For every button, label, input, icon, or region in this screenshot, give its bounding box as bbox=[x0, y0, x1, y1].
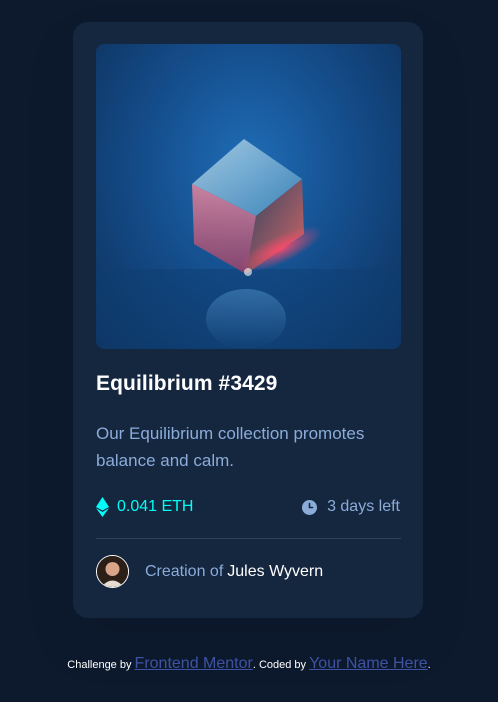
price-value: 0.041 ETH bbox=[117, 498, 194, 515]
divider bbox=[96, 538, 401, 539]
cube-illustration bbox=[96, 139, 401, 349]
nft-description: Our Equilibrium collection promotes bala… bbox=[96, 424, 365, 470]
time-left-value: 3 days left bbox=[327, 498, 400, 515]
creator-prefix: Creation of bbox=[145, 562, 224, 580]
price: 0.041 ETH bbox=[96, 496, 193, 518]
nft-title[interactable]: Equilibrium #3429 bbox=[96, 372, 277, 396]
creator: Creation of Jules Wyvern bbox=[96, 555, 323, 588]
attribution: Challenge by Frontend Mentor. Coded by Y… bbox=[0, 655, 498, 673]
clock-icon bbox=[302, 499, 318, 515]
coded-prefix: . Coded by bbox=[252, 659, 307, 671]
equilibrium-image[interactable] bbox=[96, 44, 401, 349]
nft-card: Equilibrium #3429 Our Equilibrium collec… bbox=[73, 22, 423, 618]
avatar bbox=[96, 555, 129, 588]
attribution-suffix: . bbox=[427, 659, 431, 671]
creator-name-link[interactable]: Jules Wyvern bbox=[227, 563, 323, 581]
challenge-prefix: Challenge by bbox=[67, 659, 132, 671]
ethereum-icon bbox=[96, 497, 109, 517]
time-left: 3 days left bbox=[302, 496, 400, 518]
frontend-mentor-link[interactable]: Frontend Mentor bbox=[135, 655, 253, 672]
coder-link[interactable]: Your Name Here bbox=[309, 655, 428, 672]
